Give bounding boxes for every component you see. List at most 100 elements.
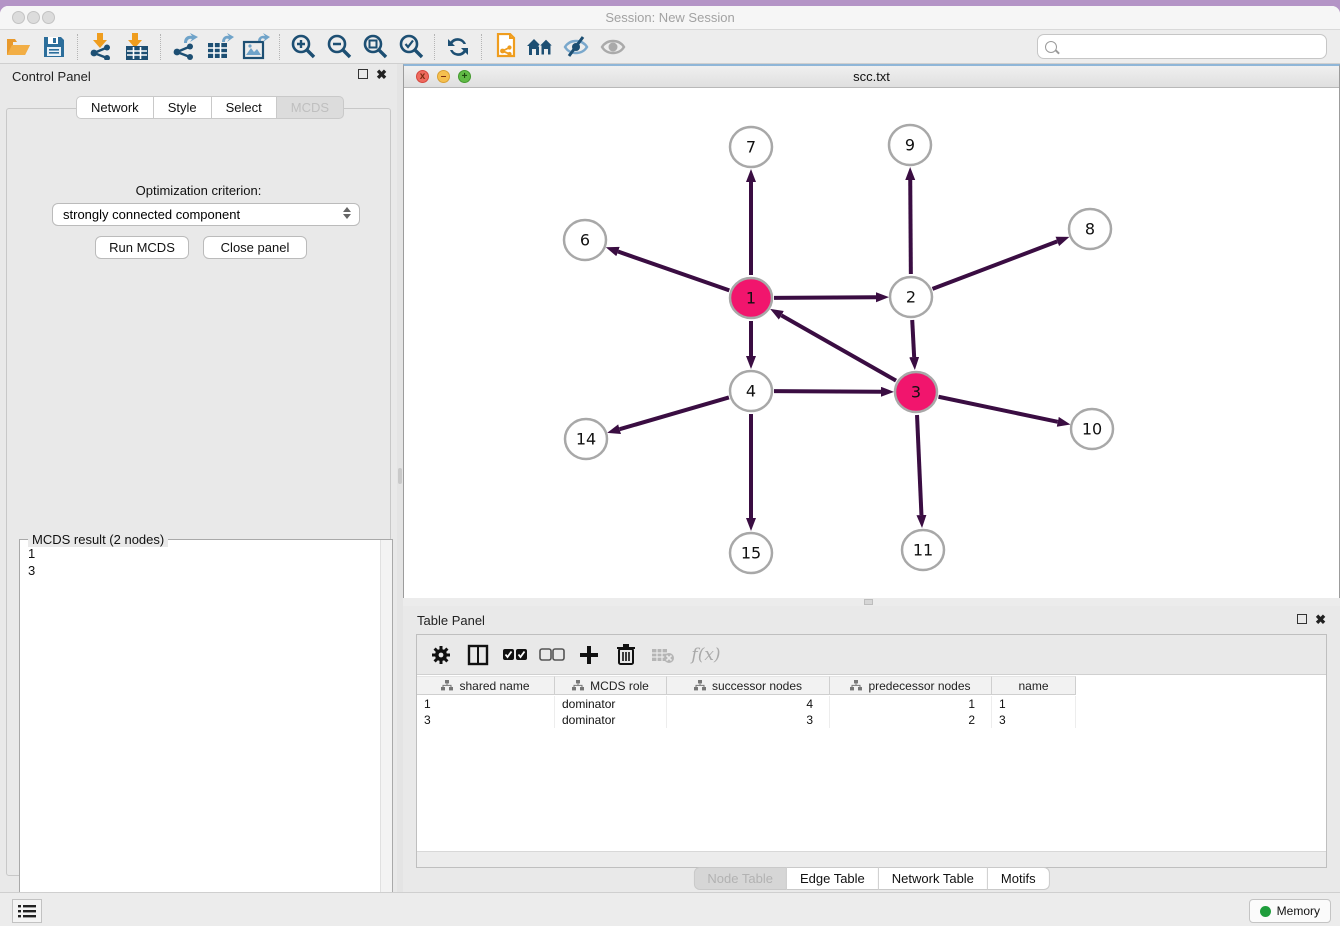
table-panel-float-button[interactable] [1297, 614, 1307, 624]
graph-node-3[interactable]: 3 [895, 372, 937, 412]
graph-node-label: 14 [576, 430, 596, 449]
create-column-button[interactable] [575, 641, 603, 669]
cell-successor-nodes[interactable]: 3 [667, 712, 830, 728]
graph-node-8[interactable]: 8 [1069, 209, 1111, 249]
table-horizontal-scrollbar[interactable] [417, 851, 1326, 867]
graph-edge-1-6[interactable] [618, 252, 729, 291]
graph-node-15[interactable]: 15 [730, 533, 772, 573]
cell-shared-name[interactable]: 3 [417, 712, 555, 728]
search-field[interactable] [1037, 34, 1327, 59]
mcds-result-scrollbar[interactable] [380, 540, 392, 916]
graph-edge-2-3[interactable] [912, 320, 914, 357]
network-window-titlebar[interactable]: x – + scc.txt [404, 66, 1339, 88]
show-columns-button[interactable] [464, 641, 492, 669]
graph-edge-4-14[interactable] [620, 397, 729, 429]
first-neighbors-button[interactable] [523, 32, 559, 62]
graph-node-10[interactable]: 10 [1071, 409, 1113, 449]
graph-edge-3-11[interactable] [917, 415, 921, 515]
unchecked-boxes-icon [539, 648, 565, 662]
close-panel-button[interactable]: Close panel [203, 236, 307, 259]
table-settings-button[interactable] [427, 641, 455, 669]
graph-node-14[interactable]: 14 [565, 419, 607, 459]
run-mcds-button[interactable]: Run MCDS [95, 236, 189, 259]
graph-node-label: 9 [905, 136, 915, 155]
delete-column-button[interactable] [612, 641, 640, 669]
cell-predecessor-nodes[interactable]: 1 [830, 696, 992, 712]
cell-name[interactable]: 3 [992, 712, 1076, 728]
graph-edge-4-3[interactable] [774, 391, 881, 392]
control-panel-close-button[interactable]: ✖ [376, 69, 387, 80]
show-all-button[interactable] [595, 32, 631, 62]
apply-layout-button[interactable] [440, 32, 476, 62]
open-file-button[interactable] [0, 32, 36, 62]
graph-node-11[interactable]: 11 [902, 530, 944, 570]
trash-icon [616, 643, 636, 666]
tab-mcds[interactable]: MCDS [277, 96, 344, 119]
tab-node-table[interactable]: Node Table [693, 867, 787, 890]
graph-node-label: 4 [746, 382, 756, 401]
zoom-selected-button[interactable] [393, 32, 429, 62]
tab-network-table[interactable]: Network Table [879, 867, 988, 890]
hide-selected-button[interactable] [559, 32, 595, 62]
cell-predecessor-nodes[interactable]: 2 [830, 712, 992, 728]
function-builder-button[interactable]: f(x) [686, 641, 726, 669]
optimization-criterion-select[interactable]: strongly connected component [52, 203, 360, 226]
graph-edge-2-9[interactable] [910, 180, 911, 274]
tab-network[interactable]: Network [76, 96, 154, 119]
table-panel-close-button[interactable]: ✖ [1315, 614, 1326, 625]
graph-node-6[interactable]: 6 [564, 220, 606, 260]
graph-edge-1-2[interactable] [774, 297, 876, 298]
zoom-fit-icon [362, 33, 389, 60]
control-panel-float-button[interactable] [358, 69, 368, 79]
network-splitter-grip[interactable] [864, 599, 873, 605]
graph-node-2[interactable]: 2 [890, 277, 932, 317]
graph-node-4[interactable]: 4 [730, 371, 772, 411]
column-header-mcds-role[interactable]: MCDS role [555, 676, 667, 695]
zoom-fit-button[interactable] [357, 32, 393, 62]
column-header-name[interactable]: name [992, 676, 1076, 695]
graph-edge-3-10[interactable] [939, 397, 1058, 422]
zoom-in-button[interactable] [285, 32, 321, 62]
network-canvas[interactable]: 7 9 6 8 1 2 4 3 14 10 15 11 [404, 89, 1339, 598]
column-label: MCDS role [590, 679, 649, 693]
zoom-out-button[interactable] [321, 32, 357, 62]
table-row[interactable]: 3 dominator 3 2 3 [417, 712, 1076, 728]
graph-node-9[interactable]: 9 [889, 125, 931, 165]
search-input[interactable] [1062, 40, 1326, 54]
show-log-button[interactable] [12, 899, 42, 923]
memory-button[interactable]: Memory [1249, 899, 1331, 923]
cell-successor-nodes[interactable]: 4 [667, 696, 830, 712]
export-table-button[interactable] [202, 32, 238, 62]
status-bar: Memory [0, 892, 1340, 926]
table-row[interactable]: 1 dominator 4 1 1 [417, 696, 1076, 712]
save-session-button[interactable] [36, 32, 72, 62]
graph-node-1[interactable]: 1 [730, 278, 772, 318]
cell-mcds-role[interactable]: dominator [555, 712, 667, 728]
unselect-all-columns-button[interactable] [538, 641, 566, 669]
graph-node-7[interactable]: 7 [730, 127, 772, 167]
tab-edge-table[interactable]: Edge Table [787, 867, 879, 890]
cell-name[interactable]: 1 [992, 696, 1076, 712]
column-header-successor-nodes[interactable]: successor nodes [667, 676, 830, 695]
delete-table-button[interactable] [649, 641, 677, 669]
import-network-icon [88, 33, 115, 60]
control-panel-header: Control Panel ✖ [0, 64, 397, 88]
import-network-button[interactable] [83, 32, 119, 62]
open-folder-icon [5, 34, 31, 60]
tab-motifs[interactable]: Motifs [988, 867, 1050, 890]
splitter-handle[interactable] [398, 468, 402, 484]
column-header-predecessor-nodes[interactable]: predecessor nodes [830, 676, 992, 695]
cell-mcds-role[interactable]: dominator [555, 696, 667, 712]
export-image-button[interactable] [238, 32, 274, 62]
cell-shared-name[interactable]: 1 [417, 696, 555, 712]
network-graph[interactable]: 7 9 6 8 1 2 4 3 14 10 15 11 [404, 89, 1339, 598]
import-table-button[interactable] [119, 32, 155, 62]
clone-network-button[interactable] [487, 32, 523, 62]
tab-style[interactable]: Style [154, 96, 212, 119]
select-all-columns-button[interactable] [501, 641, 529, 669]
column-header-shared-name[interactable]: shared name [417, 676, 555, 695]
graph-edge-2-8[interactable] [933, 241, 1058, 288]
tab-select[interactable]: Select [212, 96, 277, 119]
graph-edge-3-1[interactable] [781, 315, 896, 380]
export-network-button[interactable] [166, 32, 202, 62]
